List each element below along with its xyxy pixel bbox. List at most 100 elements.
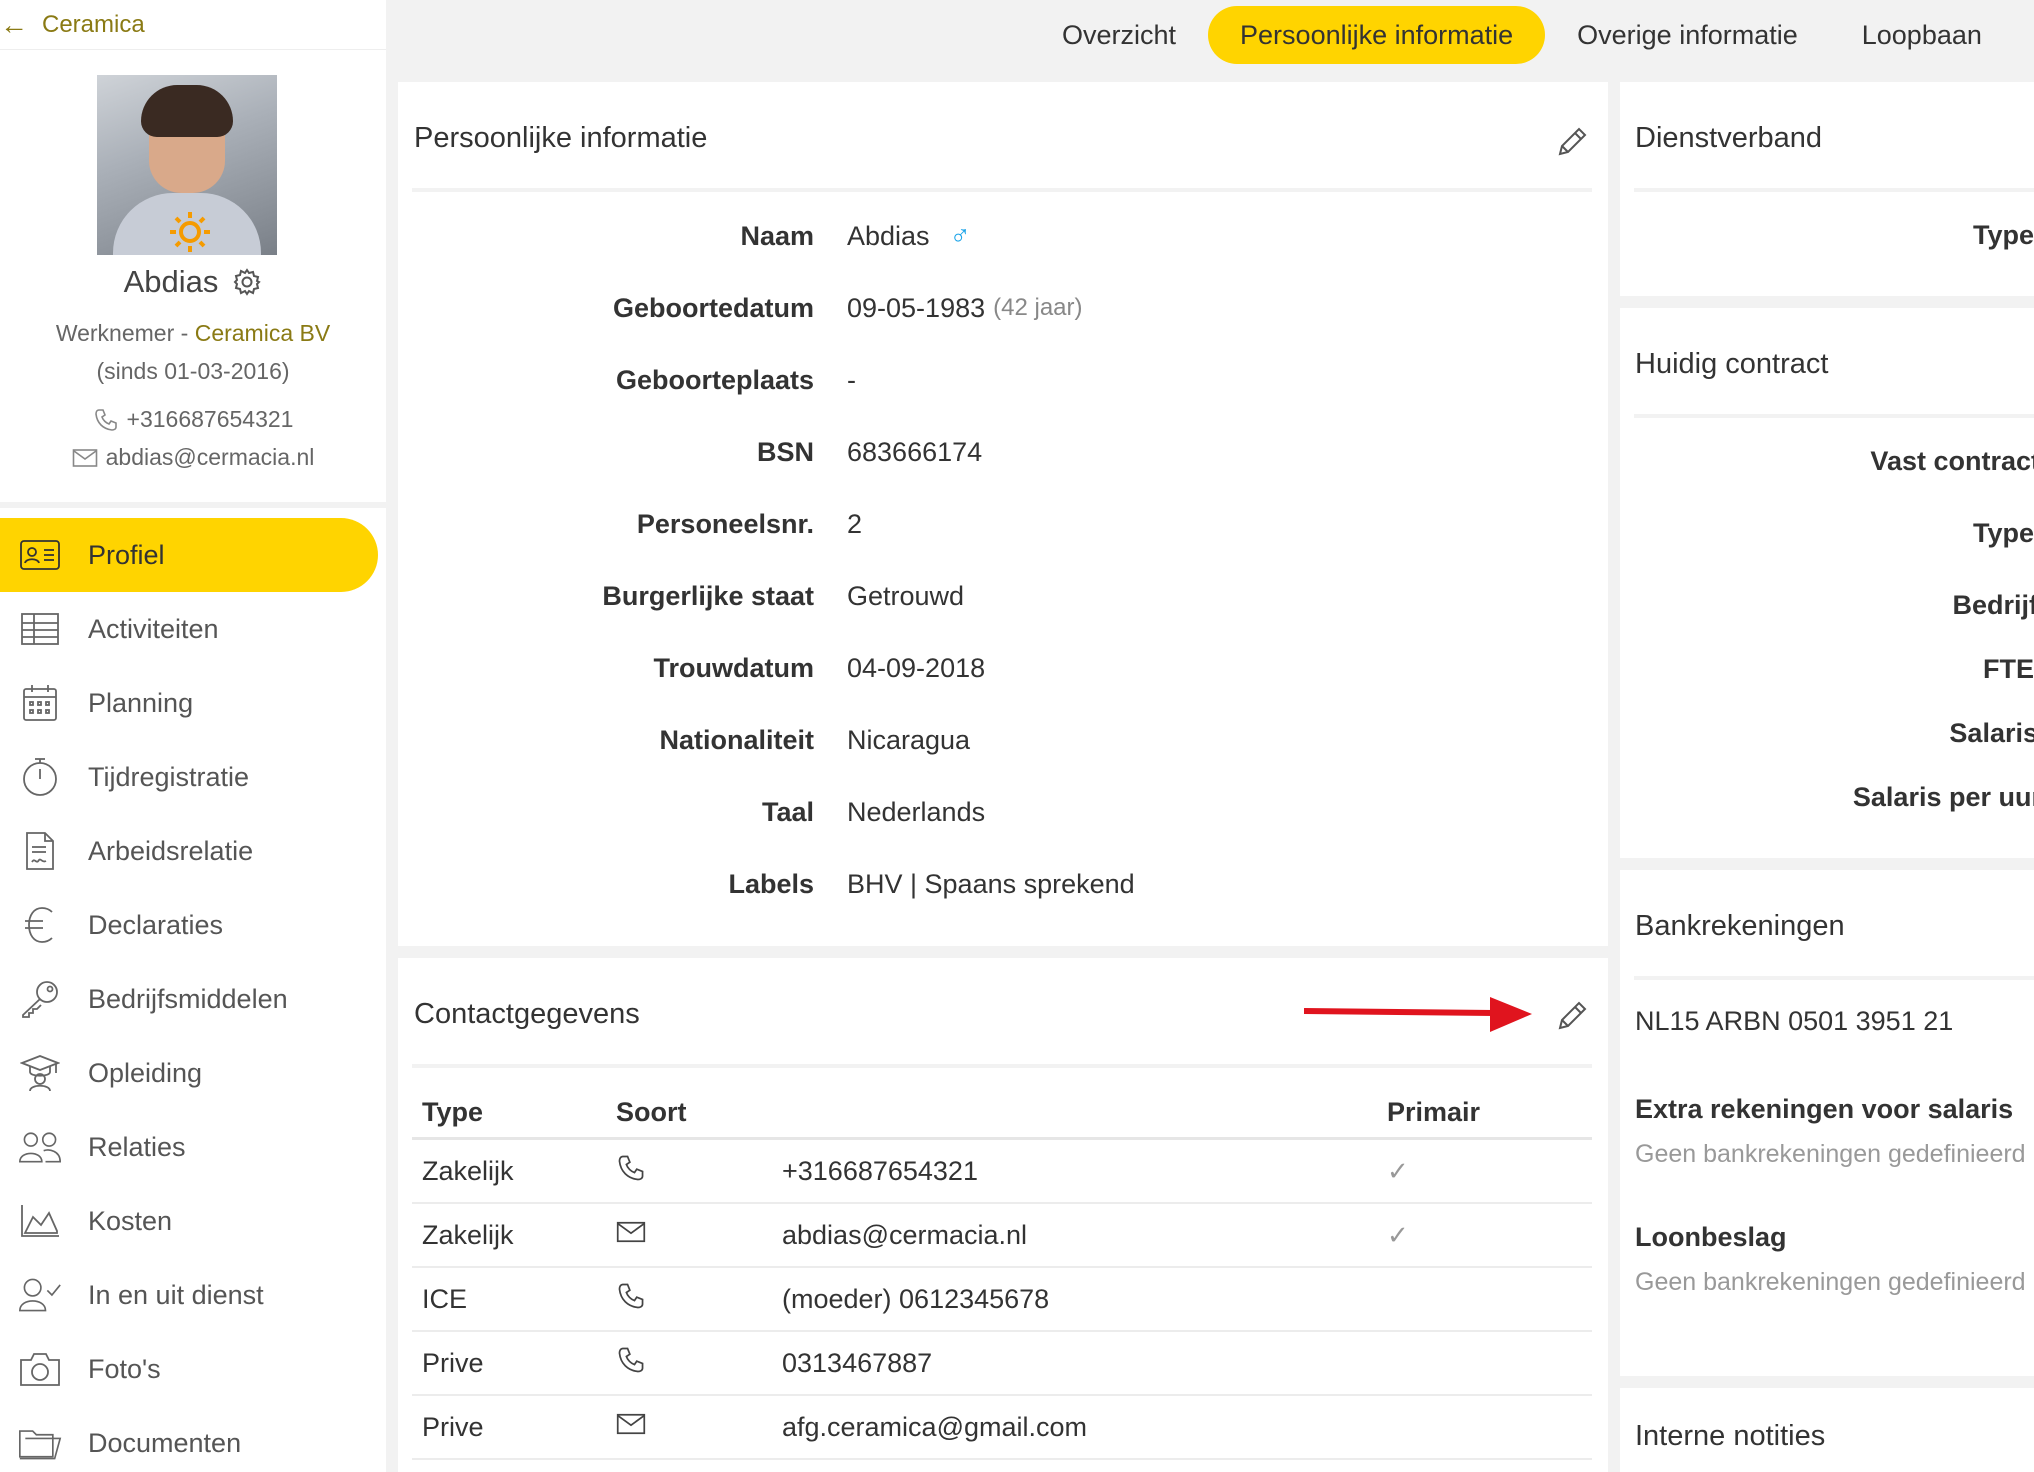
table-icon — [18, 609, 62, 649]
annotation-arrow-icon — [1304, 997, 1532, 1032]
contact-type: Zakelijk — [422, 1155, 514, 1186]
sidebar-item-label: Tijdregistratie — [88, 761, 250, 792]
contact-type: Prive — [422, 1347, 484, 1378]
check-icon: ✓ — [1387, 1155, 1409, 1186]
info-value: Nicaragua — [847, 724, 971, 755]
sidebar-item-activiteiten[interactable]: Activiteiten — [0, 592, 378, 666]
sun-icon — [170, 212, 210, 252]
arrow-left-icon: ← — [0, 8, 28, 40]
iban-value: NL15 ARBN 0501 3951 21 — [1635, 1006, 1954, 1036]
sidebar: ← Ceramica Abdias Werknemer - Ceramica B… — [0, 0, 386, 1472]
info-value: 2 — [847, 508, 863, 539]
divider — [1634, 414, 2034, 418]
panel-title: Interne notities — [1635, 1420, 1826, 1452]
tab-overzicht[interactable]: Overzicht — [1030, 6, 1208, 64]
phone-icon — [616, 1345, 782, 1382]
pencil-icon[interactable] — [1554, 998, 1590, 1034]
sidebar-divider — [0, 502, 386, 508]
people-icon — [18, 1127, 62, 1167]
tab-persoonlijke-informatie[interactable]: Persoonlijke informatie — [1208, 6, 1546, 64]
sidebar-item-tijdregistratie[interactable]: Tijdregistratie — [0, 740, 378, 814]
sidebar-item-label: Bedrijfsmiddelen — [88, 983, 288, 1014]
calendar-icon — [18, 683, 62, 723]
info-label: Nationaliteit — [659, 724, 814, 755]
name-value: Abdias — [847, 220, 930, 251]
info-row-personeelsnr: Personeelsnr. 2 — [398, 504, 1608, 544]
info-value: BHV | Spaans sprekend — [847, 868, 1135, 899]
field-label: Type — [1972, 220, 2034, 250]
info-row-trouwdatum: Trouwdatum 04-09-2018 — [398, 648, 1608, 688]
contact-value: (moeder) 0612345678 — [782, 1283, 1050, 1314]
sidebar-item-label: Activiteiten — [88, 613, 219, 644]
dienstverband-panel: Dienstverband Type — [1620, 82, 2034, 296]
panel-title: Huidig contract — [1635, 348, 1829, 380]
mail-icon — [72, 448, 97, 467]
table-row[interactable]: Prive afg.ceramica@gmail.com — [412, 1396, 1592, 1460]
gear-icon[interactable] — [232, 267, 262, 297]
sidebar-item-in-en-uit-dienst[interactable]: In en uit dienst — [0, 1258, 378, 1332]
sidebar-item-kosten[interactable]: Kosten — [0, 1184, 378, 1258]
sidebar-item-label: Relaties — [88, 1131, 186, 1162]
graduation-icon — [18, 1053, 62, 1093]
col-soort: Soort — [616, 1097, 687, 1127]
phone-icon — [616, 1281, 782, 1318]
sidebar-item-label: Documenten — [88, 1427, 242, 1458]
personal-info-panel: Persoonlijke informatie Naam Abdias ♂ Geb… — [398, 82, 1608, 946]
folder-icon — [18, 1423, 62, 1463]
field-label: Salaris per uur — [1852, 782, 2034, 812]
sidebar-item-relaties[interactable]: Relaties — [0, 1110, 378, 1184]
table-row[interactable]: Zakelijk abdias@cermacia.nl ✓ — [412, 1204, 1592, 1268]
bank-panel: Bankrekeningen NL15 ARBN 0501 3951 21 Ex… — [1620, 870, 2034, 1376]
notes-panel: Interne notities — [1620, 1388, 2034, 1472]
stopwatch-icon — [18, 757, 62, 797]
info-value: 683666174 — [847, 436, 983, 467]
male-icon: ♂ — [949, 220, 971, 251]
table-row[interactable]: Zakelijk +316687654321 ✓ — [412, 1140, 1592, 1204]
table-header: Type Soort Primair — [412, 1088, 1592, 1140]
info-row-geboortedatum: Geboortedatum 09-05-1983 (42 jaar) — [398, 288, 1608, 328]
loonbeslag-empty: Geen bankrekeningen gedefinieerd — [1635, 1268, 2026, 1296]
company-link[interactable]: Ceramica BV — [195, 320, 330, 346]
field-label: Type — [1972, 518, 2034, 548]
sidebar-item-fotos[interactable]: Foto's — [0, 1332, 378, 1406]
mail-icon — [616, 1412, 782, 1443]
sidebar-item-profiel[interactable]: Profiel — [0, 518, 378, 592]
sidebar-item-arbeidsrelatie[interactable]: Arbeidsrelatie — [0, 814, 378, 888]
email-line[interactable]: abdias@cermacia.nl — [0, 444, 386, 471]
contact-type: Prive — [422, 1411, 484, 1442]
contract-icon — [18, 831, 62, 871]
divider — [1634, 188, 2034, 192]
back-link[interactable]: ← Ceramica — [0, 0, 386, 50]
camera-icon — [18, 1349, 62, 1389]
contact-value: afg.ceramica@gmail.com — [782, 1411, 1088, 1442]
table-row[interactable]: Prive 0313467887 — [412, 1332, 1592, 1396]
col-type: Type — [422, 1097, 484, 1127]
field-label: Salaris — [1949, 718, 2034, 748]
table-row[interactable]: ICE (moeder) 0612345678 — [412, 1268, 1592, 1332]
info-label: Geboorteplaats — [615, 364, 814, 395]
sidebar-item-planning[interactable]: Planning — [0, 666, 378, 740]
tab-loopbaan[interactable]: Loopbaan — [1830, 6, 2014, 64]
sidebar-item-documenten[interactable]: Documenten — [0, 1406, 378, 1472]
info-value: Nederlands — [847, 796, 986, 827]
sidebar-item-label: Planning — [88, 687, 194, 718]
age-value: (42 jaar) — [993, 294, 1083, 321]
sidebar-item-label: Arbeidsrelatie — [88, 835, 254, 866]
pencil-icon[interactable] — [1554, 124, 1590, 160]
user-check-icon — [18, 1275, 62, 1315]
info-label: Trouwdatum — [653, 652, 815, 683]
sidebar-item-bedrijfsmiddelen[interactable]: Bedrijfsmiddelen — [0, 962, 378, 1036]
sidebar-item-opleiding[interactable]: Opleiding — [0, 1036, 378, 1110]
sidebar-item-declaraties[interactable]: Declaraties — [0, 888, 378, 962]
info-label: BSN — [756, 436, 814, 467]
info-label: Labels — [728, 868, 814, 899]
sidebar-phone: +316687654321 — [126, 406, 294, 432]
divider — [412, 188, 1592, 192]
tab-overige-informatie[interactable]: Overige informatie — [1545, 6, 1830, 64]
phone-line[interactable]: +316687654321 — [0, 406, 386, 433]
sidebar-nav: Profiel Activiteiten Planning Tijdregist… — [0, 518, 386, 1472]
role-line: Werknemer - Ceramica BV — [0, 320, 386, 347]
extra-accounts-empty: Geen bankrekeningen gedefinieerd — [1635, 1140, 2026, 1168]
phone-icon — [616, 1153, 782, 1190]
info-row-burgerlijke-staat: Burgerlijke staat Getrouwd — [398, 576, 1608, 616]
